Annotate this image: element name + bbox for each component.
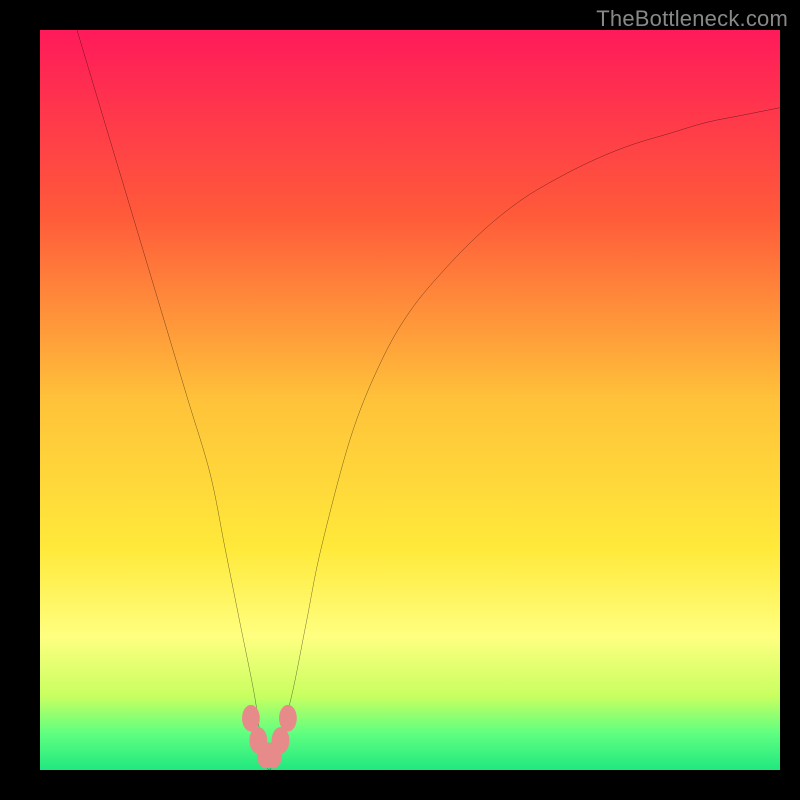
bump-marker <box>279 705 297 732</box>
gradient-background <box>40 30 780 770</box>
chart-stage: TheBottleneck.com <box>0 0 800 800</box>
plot-area <box>40 30 780 770</box>
bottleneck-chart <box>40 30 780 770</box>
watermark-text: TheBottleneck.com <box>596 6 788 32</box>
